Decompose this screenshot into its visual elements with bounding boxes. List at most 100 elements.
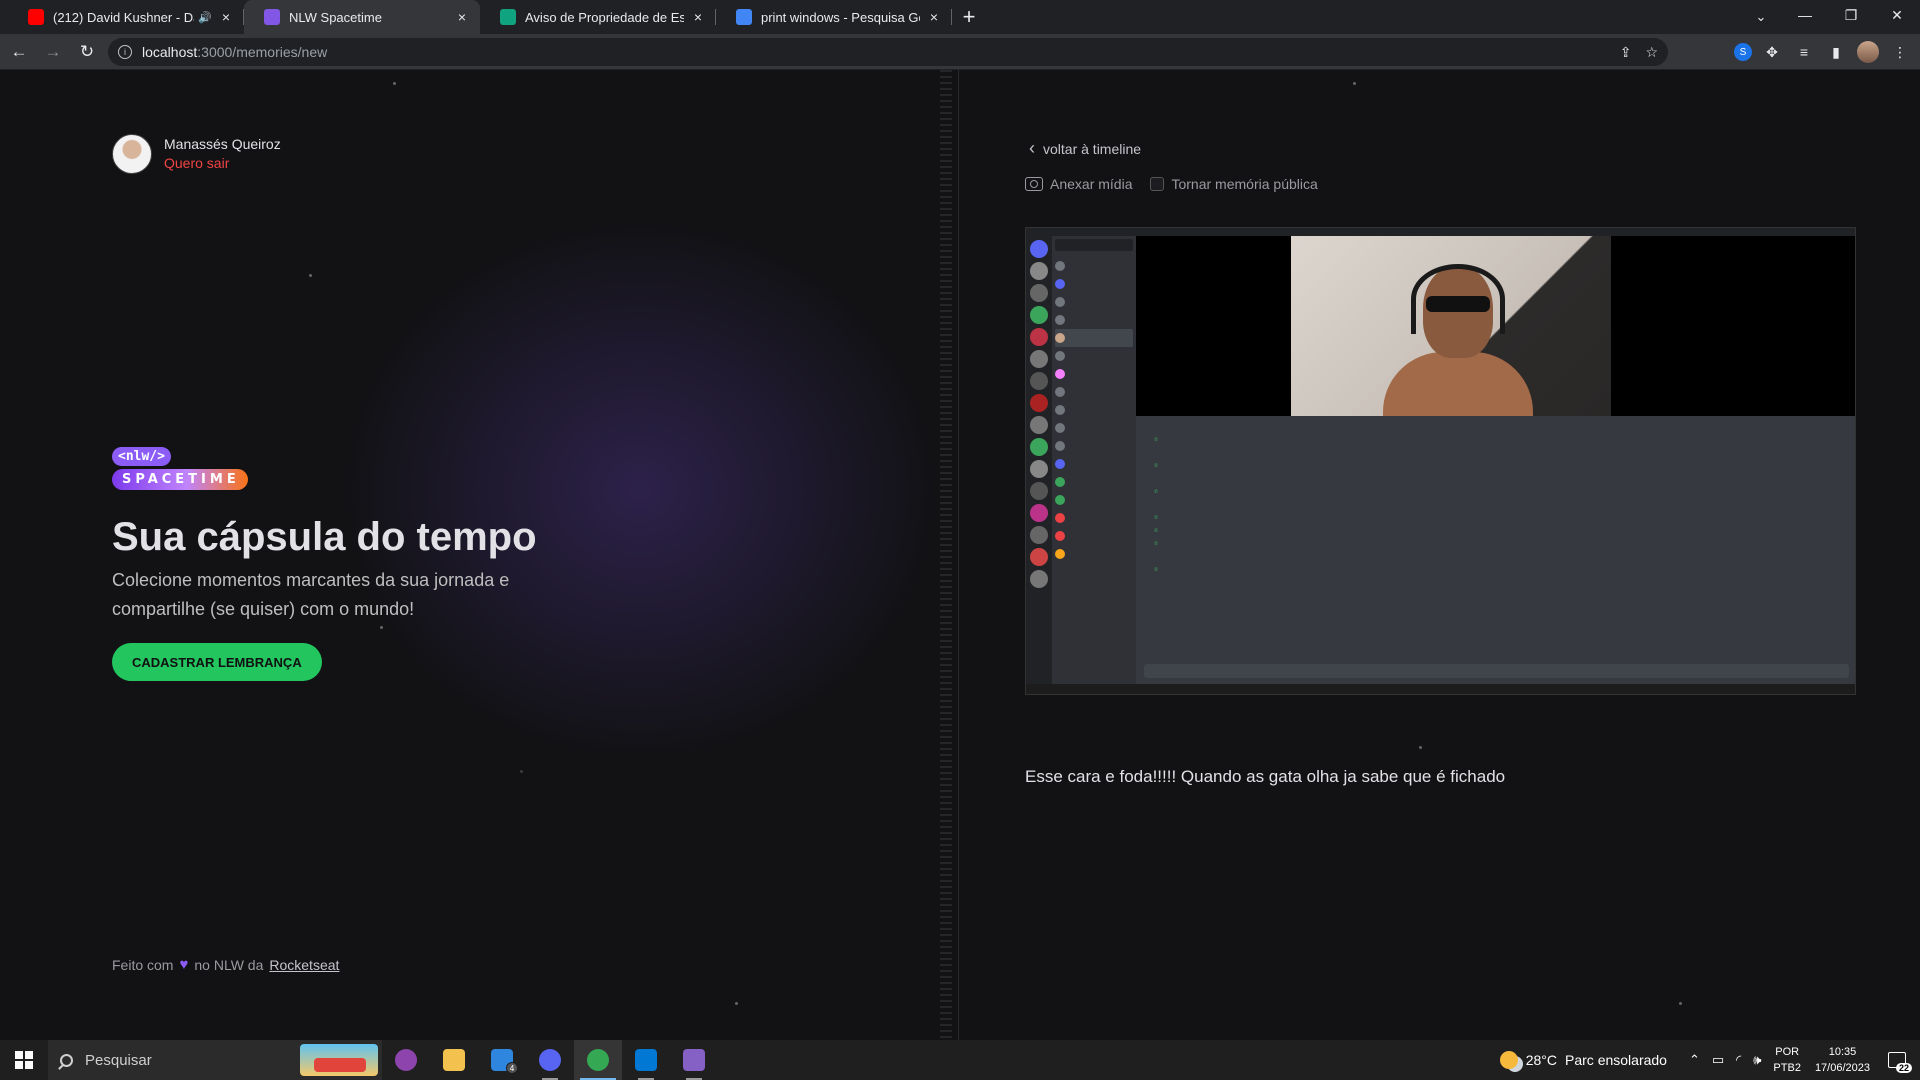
taskbar-app[interactable] xyxy=(670,1040,718,1080)
back-label: voltar à timeline xyxy=(1043,140,1142,157)
profile-avatar[interactable] xyxy=(1856,40,1880,64)
discord-chat-log: ✆ ✆ ✆ ✆ ✆ ✆ ✆ xyxy=(1136,416,1855,684)
extensions-puzzle-icon[interactable]: ✥ xyxy=(1760,40,1784,64)
site-info-icon[interactable]: i xyxy=(118,45,132,59)
public-memory-checkbox[interactable] xyxy=(1150,177,1165,191)
side-panel-icon[interactable]: ▮ xyxy=(1824,40,1848,64)
browser-tab-strip: (212) David Kushner - Daylig🔊×NLW Spacet… xyxy=(0,0,1920,34)
browser-tab[interactable]: NLW Spacetime × xyxy=(244,0,480,34)
register-memory-button[interactable]: CADASTRAR LEMBRANÇA xyxy=(112,643,322,681)
public-memory-label: Tornar memória pública xyxy=(1171,176,1318,192)
camera-icon xyxy=(1025,177,1043,191)
close-tab-icon[interactable]: × xyxy=(454,9,470,25)
address-bar[interactable]: i localhost:3000/memories/new ⇪ ☆ xyxy=(108,38,1668,66)
chatgpt-icon xyxy=(500,9,516,25)
weather-temp: 28°C xyxy=(1525,1052,1558,1068)
language-code: POR xyxy=(1775,1046,1800,1058)
search-highlight-image xyxy=(300,1044,378,1076)
divider-stripes xyxy=(940,70,952,1040)
attach-media-label: Anexar mídia xyxy=(1050,176,1133,192)
taskbar-app[interactable] xyxy=(382,1040,430,1080)
media-control-icon[interactable]: ≡ xyxy=(1792,40,1816,64)
chrome-icon xyxy=(587,1049,609,1071)
taskbar-search-box[interactable]: Pesquisar xyxy=(48,1040,382,1080)
attach-media-button[interactable]: Anexar mídia xyxy=(1025,176,1132,192)
browser-toolbar: ← → ↻ i localhost:3000/memories/new ⇪ ☆ … xyxy=(0,34,1920,70)
discord-dm-list xyxy=(1052,236,1136,684)
heart-icon: ♥ xyxy=(179,956,189,973)
tab-title: Aviso de Propriedade de Estilo xyxy=(525,9,684,25)
tab-title: (212) David Kushner - Daylig xyxy=(53,9,194,25)
close-window-icon[interactable]: ✕ xyxy=(1874,0,1920,30)
windows-start-button[interactable] xyxy=(0,1040,48,1080)
taskbar-app[interactable] xyxy=(430,1040,478,1080)
reload-icon[interactable]: ↻ xyxy=(72,38,102,66)
discord-video-call xyxy=(1136,236,1855,416)
input-language[interactable]: POR PTB2 xyxy=(1773,1044,1801,1076)
visual-studio-icon xyxy=(683,1049,705,1071)
partly-sunny-icon xyxy=(1499,1051,1518,1069)
user-profile[interactable]: Manassés Queiroz Quero sair xyxy=(112,134,281,174)
browser-tab[interactable]: print windows - Pesquisa Google × xyxy=(716,0,952,34)
avatar xyxy=(112,134,152,174)
minimize-icon[interactable]: — xyxy=(1782,0,1828,30)
memory-text: Esse cara e foda!!!!! Quando as gata olh… xyxy=(1025,767,1506,786)
clock-time: 10:35 xyxy=(1828,1046,1857,1058)
rocketseat-link[interactable]: Rocketseat xyxy=(269,957,339,973)
taskbar-app[interactable] xyxy=(574,1040,622,1080)
tab-search-icon[interactable]: ⌄ xyxy=(1747,4,1775,30)
memory-form-panel: ‹ voltar à timeline Anexar mídia Tornar … xyxy=(959,70,1920,1040)
windows-logo-icon xyxy=(15,1051,33,1069)
taskbar-search-placeholder: Pesquisar xyxy=(85,1051,152,1069)
notification-center-icon[interactable]: 22 xyxy=(1884,1047,1912,1073)
nlw-icon xyxy=(264,9,280,25)
page-subtitle: Colecione momentos marcantes da sua jorn… xyxy=(112,570,510,619)
url-path: :3000/memories/new xyxy=(197,44,328,60)
nlw-logo-badge: <nlw/> xyxy=(112,447,171,466)
bookmark-star-icon[interactable]: ☆ xyxy=(1645,44,1658,61)
footer-credit: Feito com ♥ no NLW da Rocketseat xyxy=(112,956,339,973)
forward-arrow-icon[interactable]: → xyxy=(38,38,68,66)
taskbar-app[interactable]: 4 xyxy=(478,1040,526,1080)
new-tab-button[interactable]: + xyxy=(952,0,986,34)
search-icon xyxy=(60,1053,73,1067)
google-icon xyxy=(736,9,752,25)
share-icon[interactable]: ⇪ xyxy=(1620,44,1632,61)
close-tab-icon[interactable]: × xyxy=(218,9,234,25)
footer-middle: no NLW da xyxy=(194,956,264,973)
taskbar-clock[interactable]: 10:35 17/06/2023 xyxy=(1815,1044,1870,1076)
restore-icon[interactable]: ❐ xyxy=(1828,0,1874,30)
windows-taskbar: Pesquisar 4 28°C Parc ensolarado ⌃ ▭ ◜ 🕪… xyxy=(0,1040,1920,1080)
discord-icon xyxy=(539,1049,561,1071)
taskbar-app[interactable] xyxy=(622,1040,670,1080)
speaker-icon[interactable]: 🔊 xyxy=(198,11,212,24)
discord-server-list xyxy=(1026,236,1052,684)
speaker-icon[interactable]: 🕪 xyxy=(1753,1052,1761,1068)
system-tray: 28°C Parc ensolarado ⌃ ▭ ◜ 🕪 POR PTB2 10… xyxy=(1499,1040,1920,1080)
clock-date: 17/06/2023 xyxy=(1814,1062,1870,1074)
page-headline: Sua cápsula do tempo xyxy=(112,515,537,559)
notification-count: 22 xyxy=(1895,1063,1912,1073)
wifi-icon[interactable]: ◜ xyxy=(1736,1052,1741,1068)
back-arrow-icon[interactable]: ← xyxy=(4,38,34,66)
logout-link[interactable]: Quero sair xyxy=(164,154,281,173)
network-icon[interactable]: ▭ xyxy=(1712,1052,1724,1068)
weather-condition: Parc ensolarado xyxy=(1565,1052,1667,1068)
chevron-up-icon[interactable]: ⌃ xyxy=(1689,1052,1700,1068)
app-badge: 4 xyxy=(506,1062,518,1074)
youtube-icon xyxy=(28,9,44,25)
taskbar-app[interactable] xyxy=(526,1040,574,1080)
browser-tab[interactable]: Aviso de Propriedade de Estilo × xyxy=(480,0,716,34)
media-preview-image: ✆ ✆ ✆ ✆ ✆ ✆ ✆ xyxy=(1025,227,1856,695)
close-tab-icon[interactable]: × xyxy=(690,9,706,25)
extension-icon[interactable]: S xyxy=(1734,43,1752,61)
weather-widget[interactable]: 28°C Parc ensolarado xyxy=(1499,1051,1667,1069)
close-tab-icon[interactable]: × xyxy=(926,9,942,25)
public-memory-toggle[interactable]: Tornar memória pública xyxy=(1150,176,1318,192)
back-to-timeline-link[interactable]: ‹ voltar à timeline xyxy=(1029,138,1141,159)
browser-menu-icon[interactable]: ⋮ xyxy=(1888,40,1912,64)
vscode-icon xyxy=(635,1049,657,1071)
url-host: localhost xyxy=(142,44,198,60)
browser-tab[interactable]: (212) David Kushner - Daylig 🔊 × xyxy=(8,0,244,34)
user-name: Manassés Queiroz xyxy=(164,136,281,152)
